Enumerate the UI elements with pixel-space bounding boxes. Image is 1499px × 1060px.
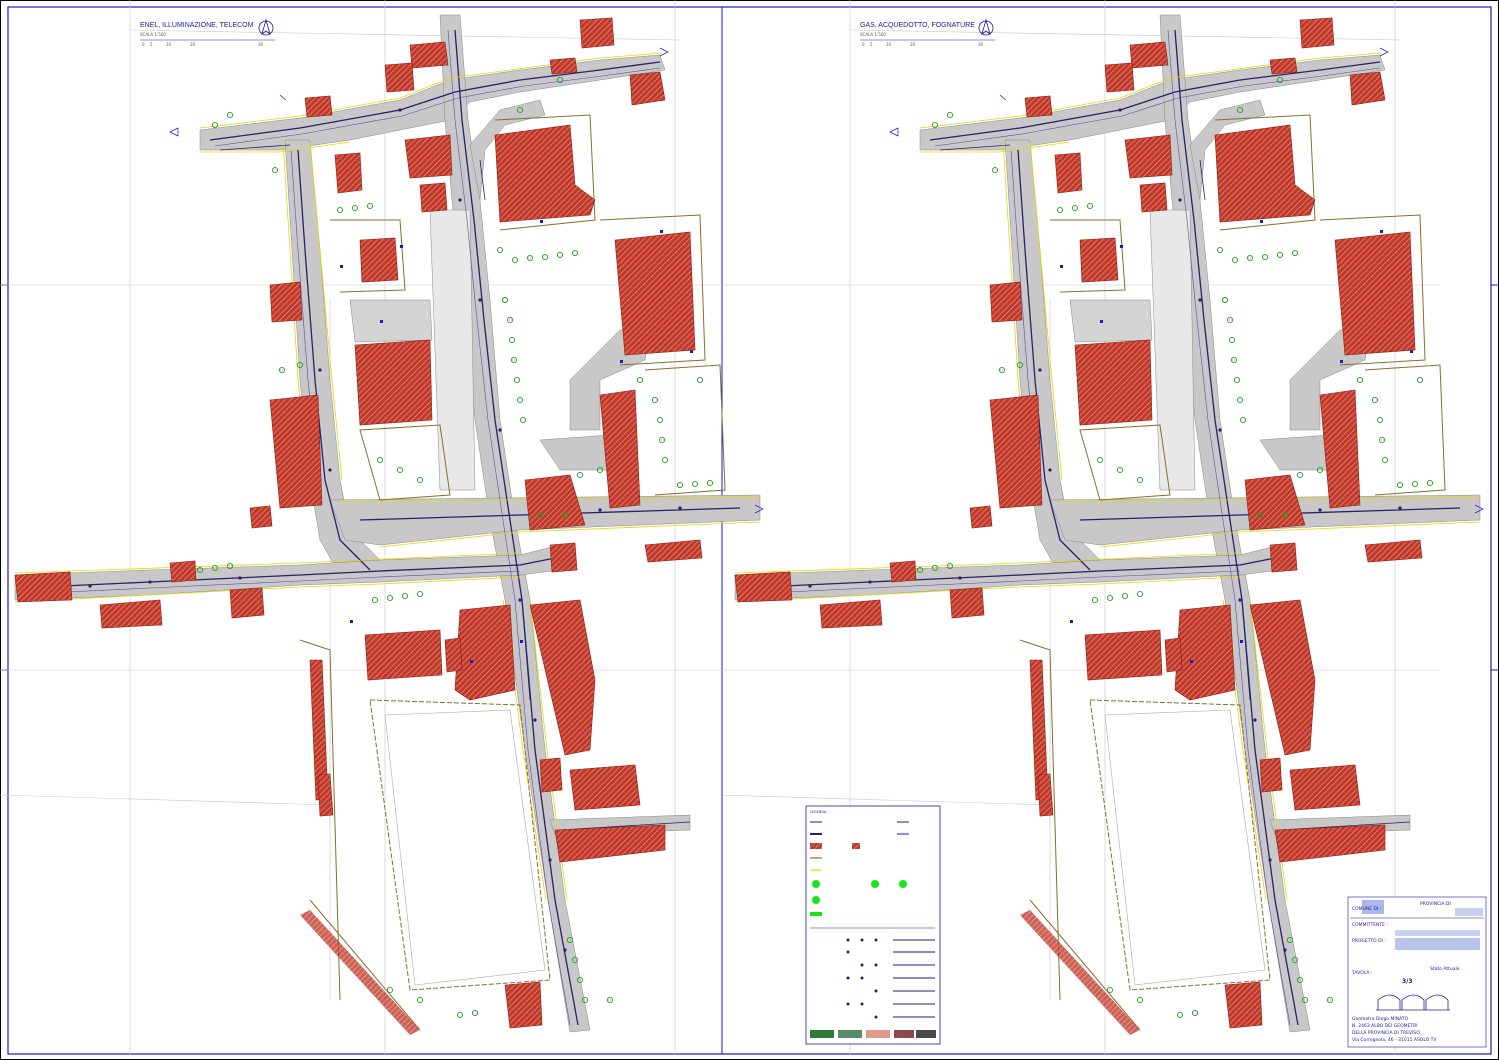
title-block: COMUNE DI : PROVINCIA DI COMMITTENTE : P… [1347,896,1487,1048]
committente-label: COMMITTENTE : [1352,922,1388,928]
panel-2-scale-tick: 30 [978,42,984,47]
panel-2-scale-tick: 10 [886,42,892,47]
legend-heading: LEGENDA : [810,810,828,814]
legend: LEGENDA : [805,805,941,1045]
firm-line: Via Corrognola, 46 - 31011 ASOLO TV [1352,1037,1437,1043]
panel-1-scale-tick: 10 [166,42,172,47]
panel-1-title: ENEL, ILLUMINAZIONE, TELECOM [140,22,254,29]
panel-1-scale-label: SCALA 1:500 [140,32,166,37]
firm-line: Geometra Diego MINATO [1352,1016,1409,1022]
provincia-label: PROVINCIA DI [1420,901,1451,907]
panel-2-scale-label: SCALA 1:500 [860,32,886,37]
firm-line: N. 2463 ALBO DEI GEOMETRI [1352,1023,1418,1029]
sheet-number: 3/3 [1402,978,1413,985]
tavola-label: TAVOLA : [1351,970,1372,976]
stato-label: Stato Attuale [1430,966,1460,972]
panel-1-scale-tick: 30 [258,42,264,47]
cad-drawing-sheet: ENEL, ILLUMINAZIONE, TELECOM SCALA 1:500… [0,0,1499,1060]
panel-1-scale-tick: 20 [190,42,196,47]
panel-2-scale-tick: 20 [910,42,916,47]
comune-label: COMUNE DI : [1352,906,1381,912]
firm-line: DELLA PROVINCIA DI TREVISO [1352,1030,1420,1036]
panel-2-title: GAS, ACQUEDOTTO, FOGNATURE [860,22,975,29]
progetto-label: PROGETTO DI : [1352,938,1386,944]
